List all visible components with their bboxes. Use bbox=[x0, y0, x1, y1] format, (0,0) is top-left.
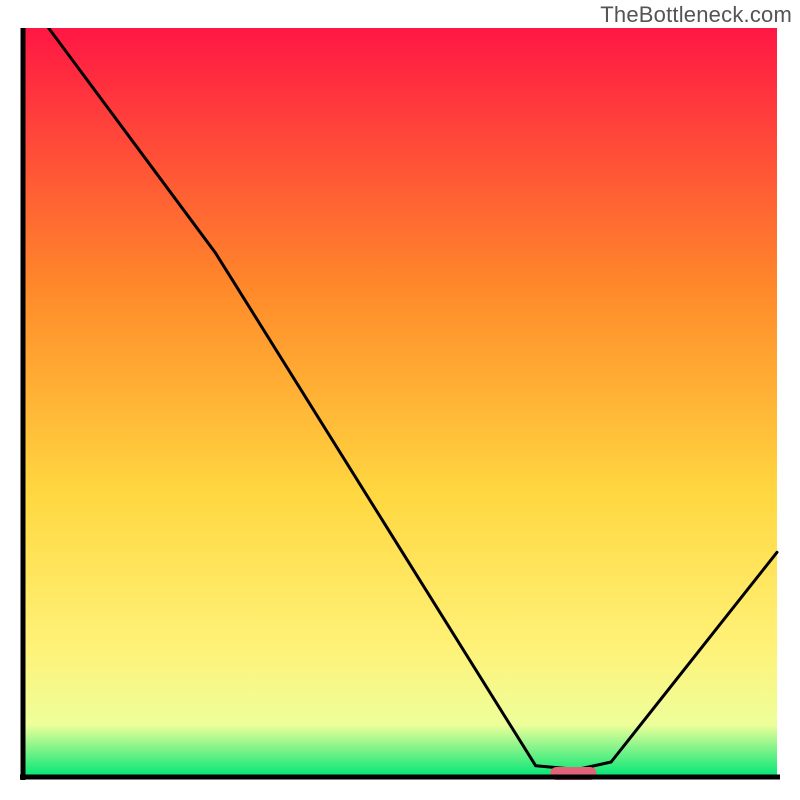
chart-container: TheBottleneck.com bbox=[0, 0, 800, 800]
plot-area bbox=[20, 28, 780, 780]
watermark-text: TheBottleneck.com bbox=[600, 2, 792, 28]
bottleneck-curve-chart bbox=[20, 28, 780, 780]
heat-gradient-background bbox=[23, 28, 777, 777]
